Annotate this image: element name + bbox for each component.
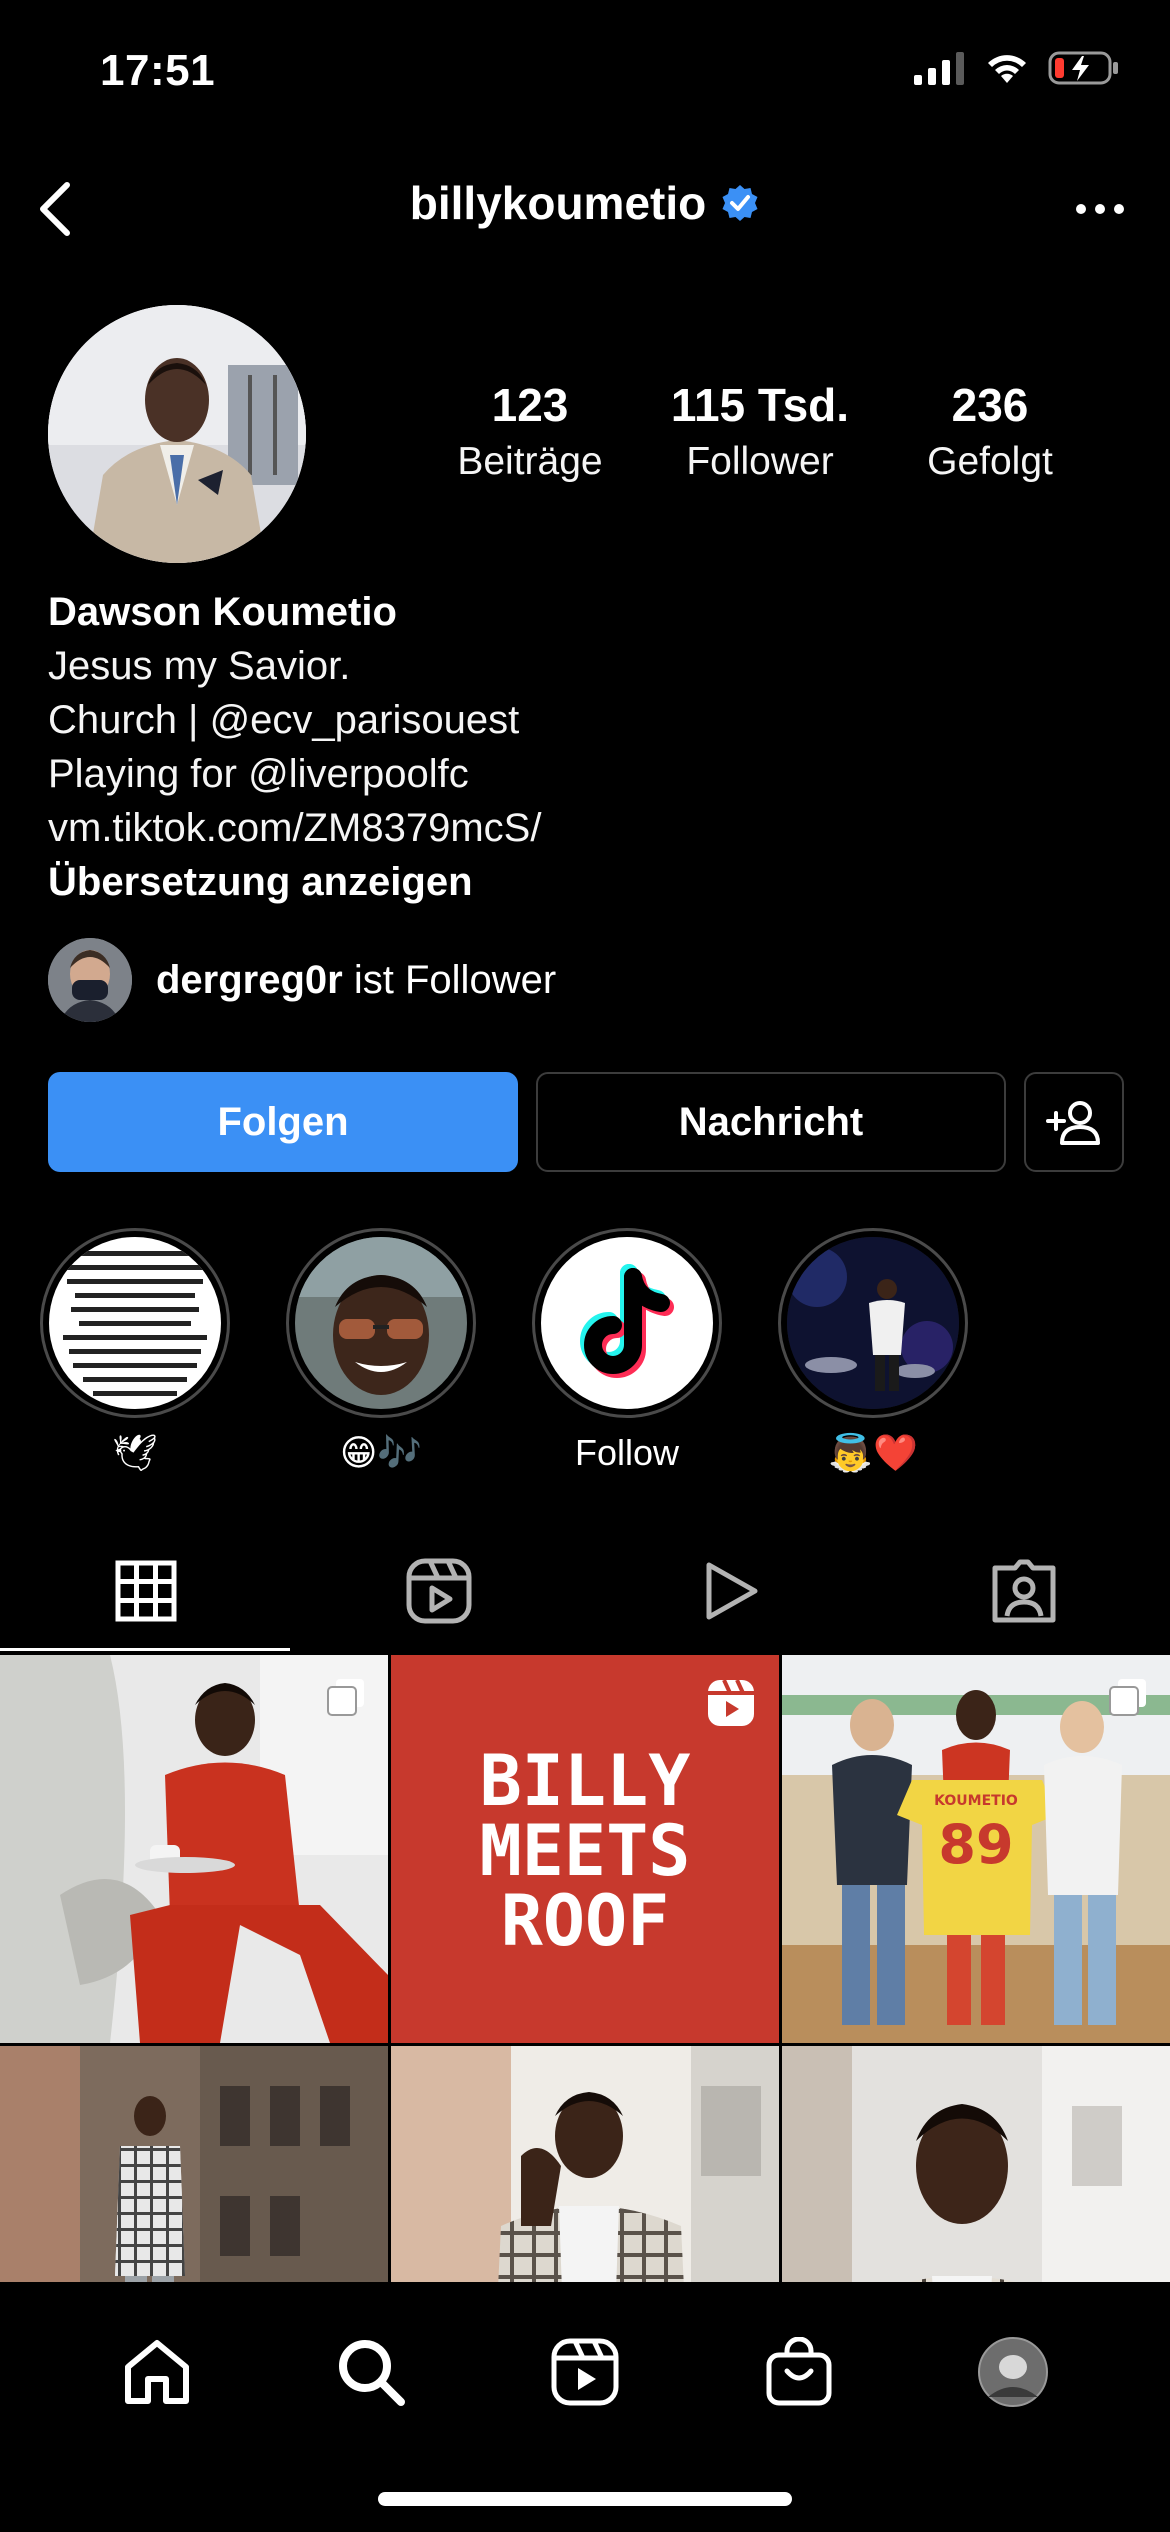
bio-line: Jesus my Savior. bbox=[48, 644, 351, 688]
stat-following-label: Gefolgt bbox=[927, 440, 1053, 483]
multiple-posts-icon bbox=[1108, 1677, 1148, 1717]
tab-home[interactable] bbox=[107, 2322, 207, 2422]
tab-reels-nav[interactable] bbox=[535, 2322, 635, 2422]
username: billykoumetio bbox=[409, 177, 707, 229]
highlight-label: 😁🎶 bbox=[339, 1432, 423, 1473]
highlight-cover-selfie bbox=[295, 1237, 467, 1409]
post-thumbnail[interactable] bbox=[0, 1655, 388, 2043]
highlight-cover-stage bbox=[787, 1237, 959, 1409]
highlight-item[interactable]: 🕊 bbox=[40, 1228, 230, 1476]
bio-link[interactable]: vm.tiktok.com/ZM8379mcS/ bbox=[48, 801, 1128, 855]
highlight-cover-bible bbox=[49, 1237, 221, 1409]
mutual-follower-text: dergreg0r ist Follower bbox=[156, 958, 556, 1003]
stat-following[interactable]: 236 Gefolgt bbox=[880, 378, 1100, 484]
highlight-cover-tiktok bbox=[541, 1237, 713, 1409]
highlight-label: Follow bbox=[574, 1432, 680, 1473]
multiple-posts-icon bbox=[326, 1677, 366, 1717]
tagged-person-icon bbox=[992, 1559, 1056, 1623]
highlight-ring bbox=[286, 1228, 476, 1418]
stat-followers-label: Follower bbox=[686, 440, 834, 483]
status-time: 17:51 bbox=[100, 46, 216, 95]
highlight-ring bbox=[778, 1228, 968, 1418]
highlight-label: 🕊 bbox=[112, 1432, 158, 1473]
stat-following-value: 236 bbox=[951, 379, 1029, 431]
top-nav: billykoumetio bbox=[0, 160, 1170, 256]
highlight-ring bbox=[532, 1228, 722, 1418]
profile-tabs bbox=[0, 1530, 1170, 1652]
tab-videos[interactable] bbox=[585, 1530, 878, 1652]
tab-tagged[interactable] bbox=[878, 1530, 1170, 1652]
status-icons bbox=[912, 50, 1120, 86]
bottom-tab-bar bbox=[0, 2282, 1170, 2532]
show-translation-link[interactable]: Übersetzung anzeigen bbox=[48, 855, 1128, 909]
highlight-item[interactable]: Follow bbox=[532, 1228, 722, 1476]
tab-profile[interactable] bbox=[963, 2322, 1063, 2422]
bio-line-club[interactable]: Playing for @liverpoolfc bbox=[48, 747, 1128, 801]
post-thumbnail[interactable]: KOUMETIO 89 bbox=[782, 1655, 1170, 2043]
bio-line-church[interactable]: Church | @ecv_parisouest bbox=[48, 693, 1128, 747]
add-user-icon bbox=[1046, 1101, 1100, 1145]
profile-actions: Folgen Nachricht bbox=[48, 1072, 1124, 1172]
stat-posts[interactable]: 123 Beiträge bbox=[420, 378, 640, 484]
highlight-ring bbox=[40, 1228, 230, 1418]
battery-low-icon bbox=[1048, 51, 1118, 85]
stat-posts-label: Beiträge bbox=[457, 440, 603, 483]
suggested-users-button[interactable] bbox=[1024, 1072, 1124, 1172]
highlight-label: 👼❤️ bbox=[828, 1432, 918, 1473]
play-icon bbox=[706, 1562, 758, 1620]
reel-thumbnail[interactable]: BILLY MEETS ROOF bbox=[391, 1655, 779, 2043]
jersey-name: KOUMETIO bbox=[934, 1793, 1018, 1809]
highlight-item[interactable]: 😁🎶 bbox=[286, 1228, 476, 1476]
mutual-follower-avatar bbox=[48, 938, 132, 1022]
reels-badge-icon bbox=[705, 1677, 757, 1729]
mutual-follower-suffix: ist Follower bbox=[353, 957, 557, 1002]
tab-posts-grid[interactable] bbox=[0, 1530, 293, 1652]
shopping-bag-icon bbox=[766, 2337, 832, 2406]
active-tab-indicator bbox=[0, 1648, 290, 1651]
profile-avatar-icon bbox=[978, 2337, 1048, 2407]
stat-followers[interactable]: 115 Tsd. Follower bbox=[650, 378, 870, 484]
reels-icon bbox=[406, 1558, 472, 1624]
tab-search[interactable] bbox=[321, 2322, 421, 2422]
follow-button[interactable]: Folgen bbox=[48, 1072, 518, 1172]
profile-avatar[interactable] bbox=[48, 305, 306, 563]
mutual-follower-username: dergreg0r bbox=[156, 957, 343, 1002]
message-button[interactable]: Nachricht bbox=[536, 1072, 1006, 1172]
stat-posts-value: 123 bbox=[491, 379, 569, 431]
search-icon bbox=[339, 2340, 405, 2406]
grid-icon bbox=[115, 1560, 177, 1622]
jersey-number: 89 bbox=[938, 1813, 1013, 1876]
signal-icon bbox=[914, 52, 964, 85]
tab-shop[interactable] bbox=[749, 2322, 849, 2422]
highlight-item[interactable]: 👼❤️ bbox=[778, 1228, 968, 1476]
tab-reels[interactable] bbox=[293, 1530, 586, 1652]
home-indicator bbox=[378, 2492, 792, 2506]
reel-title-line-3: ROOF bbox=[501, 1880, 670, 1962]
profile-full-name: Dawson Koumetio bbox=[48, 590, 397, 634]
status-bar: 17:51 bbox=[0, 0, 1170, 150]
story-highlights: 🕊 😁🎶 Follow 👼❤️ bbox=[40, 1228, 968, 1476]
reels-icon bbox=[551, 2338, 619, 2406]
home-icon bbox=[125, 2340, 189, 2404]
stat-followers-value: 115 Tsd. bbox=[670, 379, 850, 431]
more-options-button[interactable] bbox=[1060, 174, 1140, 244]
profile-username-title: billykoumetio bbox=[0, 176, 1170, 230]
profile-bio: Dawson Koumetio Jesus my Savior. Church … bbox=[48, 585, 1128, 909]
mutual-follower[interactable]: dergreg0r ist Follower bbox=[48, 938, 556, 1022]
verified-badge-icon bbox=[722, 185, 758, 221]
more-horizontal-icon bbox=[1076, 204, 1124, 214]
wifi-icon bbox=[988, 55, 1026, 83]
profile-stats: 123 Beiträge 115 Tsd. Follower 236 Gefol… bbox=[420, 378, 1100, 484]
